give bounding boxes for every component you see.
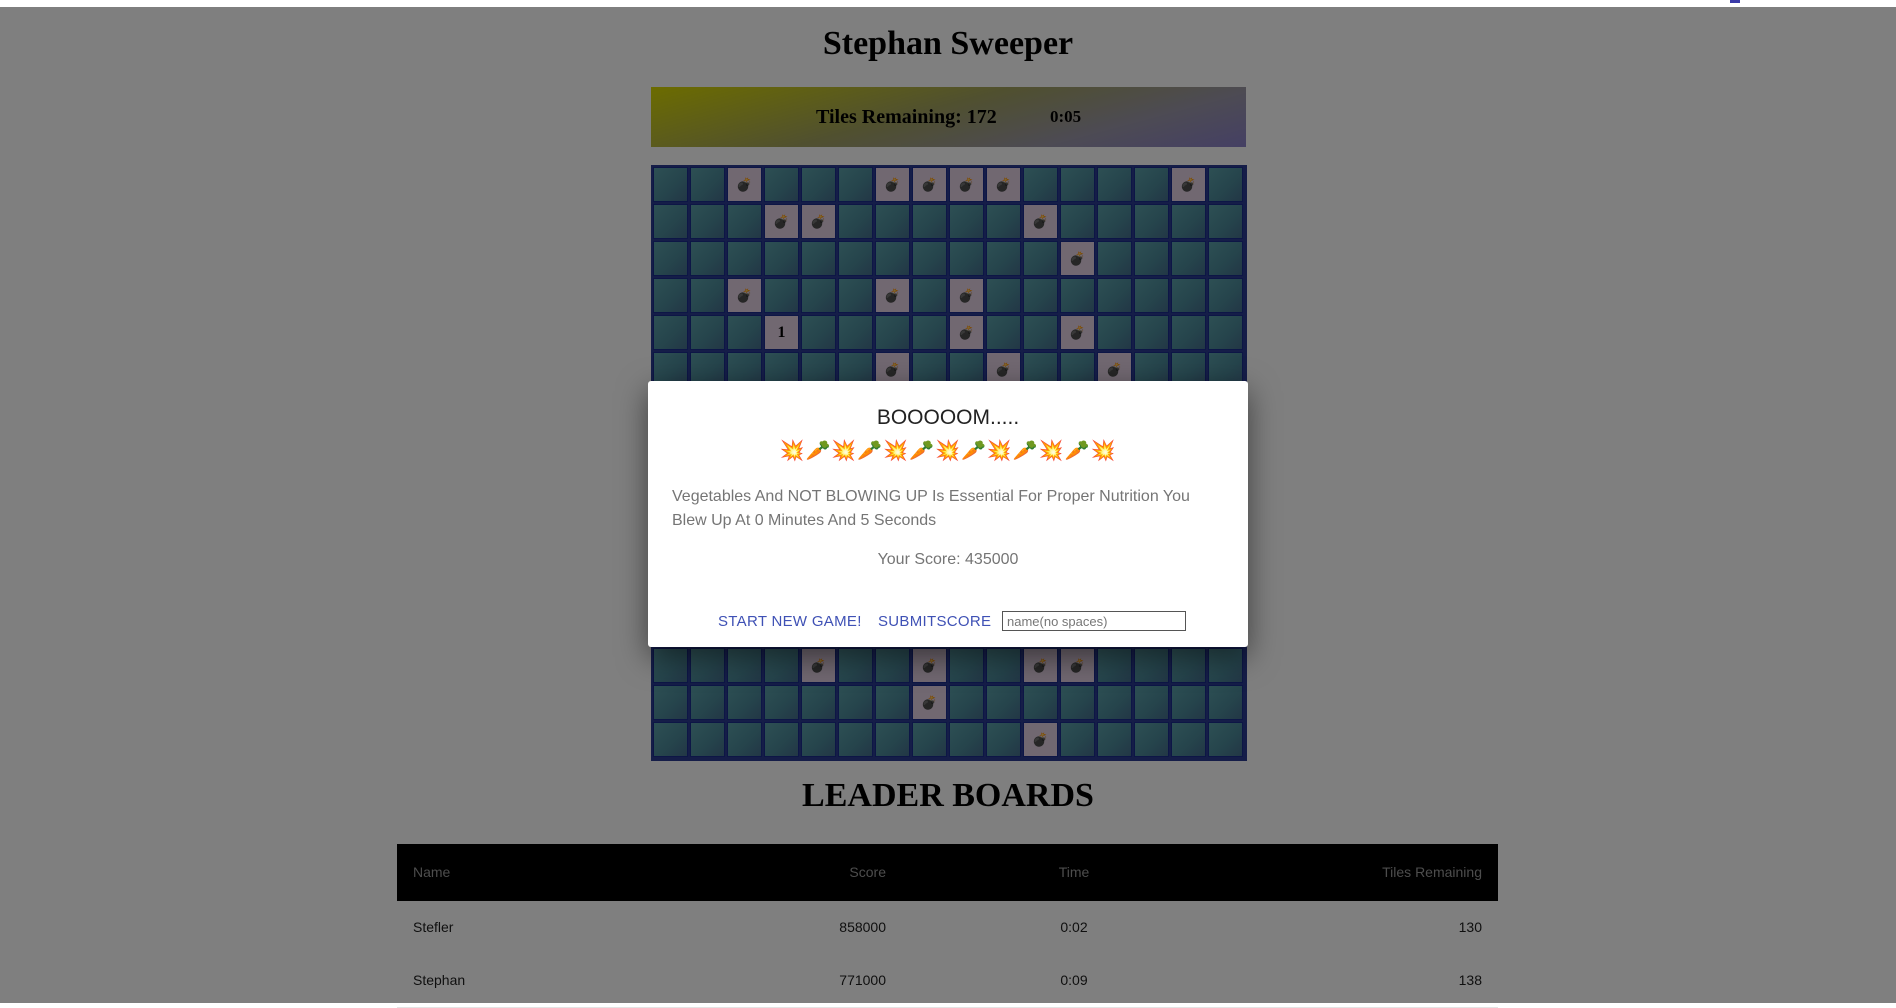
explosion-carrot-emoji-row: 💥🥕💥🥕💥🥕💥🥕💥🥕💥🥕💥: [779, 440, 1117, 462]
start-new-game-button[interactable]: START NEW GAME!: [718, 613, 862, 630]
browser-top-strip: [0, 0, 1896, 7]
game-page: Stephan Sweeper Tiles Remaining: 172 0:0…: [0, 7, 1896, 1008]
final-score: Your Score: 435000: [877, 551, 1019, 568]
player-name-input[interactable]: [1002, 611, 1186, 631]
dialog-message: Vegetables And NOT BLOWING UP Is Essenti…: [672, 488, 1190, 529]
submit-score-button[interactable]: SUBMITSCORE: [878, 613, 991, 630]
dialog-actions: START NEW GAME! SUBMITSCORE: [648, 611, 1248, 635]
dialog-title: BOOOOOM.....: [876, 406, 1020, 429]
game-over-dialog: BOOOOOM..... 💥🥕💥🥕💥🥕💥🥕💥🥕💥🥕💥 Vegetables An…: [648, 381, 1248, 647]
top-strip-mark: [1730, 0, 1740, 3]
